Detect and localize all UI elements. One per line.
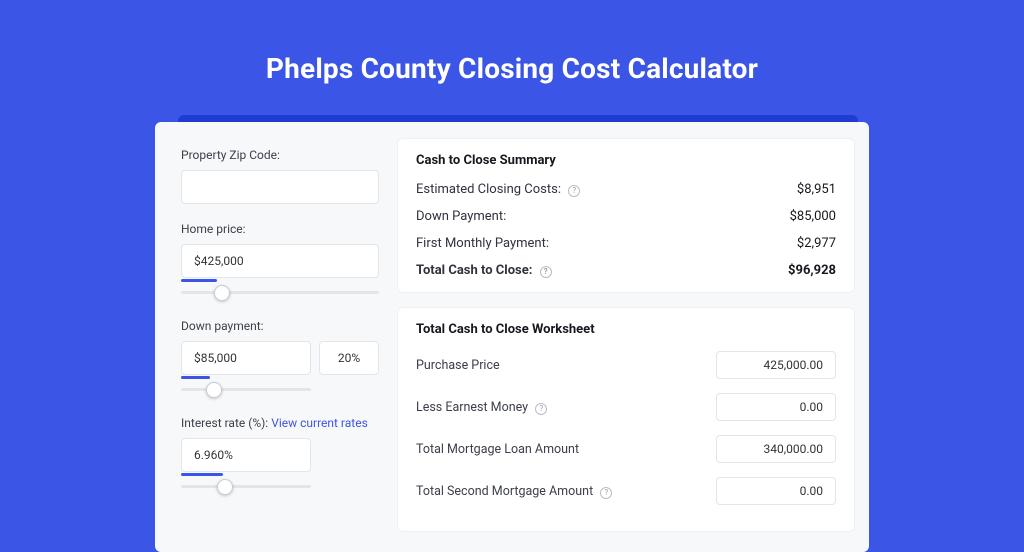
worksheet-label: Purchase Price <box>416 358 500 373</box>
summary-title: Cash to Close Summary <box>416 153 836 168</box>
summary-label-text: First Monthly Payment: <box>416 236 549 251</box>
summary-total-label-text: Total Cash to Close: <box>416 263 532 278</box>
zip-label: Property Zip Code: <box>181 148 379 162</box>
worksheet-value-input[interactable] <box>716 351 836 379</box>
summary-row-label: Estimated Closing Costs: ? <box>416 182 580 197</box>
page-title: Phelps County Closing Cost Calculator <box>0 0 1024 85</box>
interest-label-row: Interest rate (%): View current rates <box>181 416 379 430</box>
summary-label-text: Estimated Closing Costs: <box>416 182 561 197</box>
home-price-group: Home price: <box>181 222 379 301</box>
help-icon[interactable]: ? <box>600 487 612 499</box>
home-price-slider-fill <box>181 279 217 282</box>
zip-input[interactable] <box>181 170 379 204</box>
summary-row-value: $85,000 <box>790 209 836 224</box>
view-rates-link[interactable]: View current rates <box>271 416 368 430</box>
home-price-input[interactable] <box>181 244 379 278</box>
worksheet-value-input[interactable] <box>716 477 836 505</box>
interest-slider-fill <box>181 473 223 476</box>
summary-label-text: Down Payment: <box>416 209 506 224</box>
summary-row-value: $8,951 <box>797 182 836 197</box>
summary-row: First Monthly Payment: $2,977 <box>416 236 836 251</box>
worksheet-panel: Total Cash to Close Worksheet Purchase P… <box>397 307 855 532</box>
interest-label: Interest rate (%): <box>181 416 268 430</box>
worksheet-label-text: Total Second Mortgage Amount <box>416 484 593 499</box>
worksheet-title: Total Cash to Close Worksheet <box>416 322 836 337</box>
worksheet-label: Total Second Mortgage Amount ? <box>416 484 612 499</box>
interest-group: Interest rate (%): View current rates <box>181 416 379 495</box>
worksheet-row: Less Earnest Money ? <box>416 393 836 421</box>
down-payment-input[interactable] <box>181 341 311 375</box>
worksheet-label-text: Less Earnest Money <box>416 400 528 415</box>
zip-group: Property Zip Code: <box>181 148 379 204</box>
help-icon[interactable]: ? <box>568 185 580 197</box>
down-payment-group: Down payment: <box>181 319 379 398</box>
worksheet-value-input[interactable] <box>716 393 836 421</box>
form-column: Property Zip Code: Home price: Down paym… <box>155 122 397 552</box>
worksheet-row: Total Second Mortgage Amount ? <box>416 477 836 505</box>
home-price-slider[interactable] <box>181 291 379 294</box>
down-payment-label: Down payment: <box>181 319 379 333</box>
worksheet-label: Total Mortgage Loan Amount <box>416 442 579 457</box>
summary-row: Estimated Closing Costs: ? $8,951 <box>416 182 836 197</box>
help-icon[interactable]: ? <box>535 403 547 415</box>
worksheet-row: Total Mortgage Loan Amount <box>416 435 836 463</box>
worksheet-value-input[interactable] <box>716 435 836 463</box>
summary-row-value: $2,977 <box>797 236 836 251</box>
results-column: Cash to Close Summary Estimated Closing … <box>397 122 869 552</box>
worksheet-row: Purchase Price <box>416 351 836 379</box>
summary-total-value: $96,928 <box>788 263 836 278</box>
down-payment-slider[interactable] <box>181 388 311 391</box>
down-payment-pct-input[interactable] <box>319 341 379 375</box>
summary-row: Down Payment: $85,000 <box>416 209 836 224</box>
summary-panel: Cash to Close Summary Estimated Closing … <box>397 138 855 293</box>
summary-total-label: Total Cash to Close: ? <box>416 263 552 278</box>
summary-total-row: Total Cash to Close: ? $96,928 <box>416 263 836 278</box>
help-icon[interactable]: ? <box>540 266 552 278</box>
interest-input[interactable] <box>181 438 311 472</box>
down-payment-slider-fill <box>181 376 210 379</box>
worksheet-label: Less Earnest Money ? <box>416 400 547 415</box>
calculator-card: Property Zip Code: Home price: Down paym… <box>155 122 869 552</box>
home-price-label: Home price: <box>181 222 379 236</box>
interest-slider[interactable] <box>181 485 311 488</box>
